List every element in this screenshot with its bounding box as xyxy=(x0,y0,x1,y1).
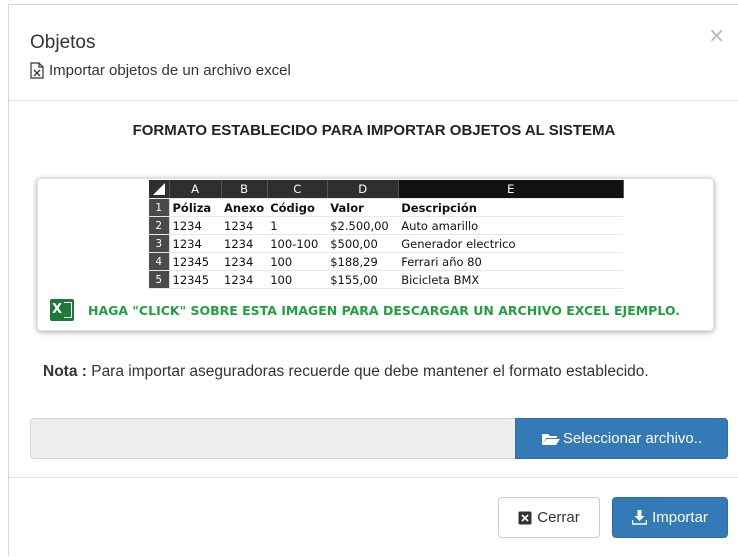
note-label: Nota : xyxy=(43,363,87,380)
file-picker: Seleccionar archivo.. xyxy=(30,418,728,459)
sheet-row: 5 12345 1234 100 $155,00 Bicicleta BMX xyxy=(149,270,624,289)
sheet-cell: $2.500,00 xyxy=(327,216,399,235)
sheet-col-header: C xyxy=(267,180,328,199)
sheet-cell: $500,00 xyxy=(327,234,399,253)
sheet-cell: 1 xyxy=(267,216,328,235)
sheet-cell: Valor xyxy=(327,198,399,217)
download-icon xyxy=(632,510,648,525)
modal-footer: Cerrar Importar xyxy=(9,477,738,557)
download-cta-text: HAGA "CLICK" SOBRE ESTA IMAGEN PARA DESC… xyxy=(88,302,680,318)
sheet-cell: 1234 xyxy=(221,270,268,289)
modal-header: Objetos Importar objetos de un archivo e… xyxy=(9,5,738,101)
spreadsheet-preview: A B C D E 1 Póliza Anexo Código Valor De… xyxy=(149,180,624,289)
sheet-cell: 100-100 xyxy=(267,234,328,253)
sheet-row: 2 1234 1234 1 $2.500,00 Auto amarillo xyxy=(149,216,624,235)
file-path-input[interactable] xyxy=(30,418,515,459)
import-button-label: Importar xyxy=(652,509,708,526)
sheet-cell: 1234 xyxy=(169,234,221,253)
sheet-cell: Descripción xyxy=(398,198,624,217)
sheet-row-number: 1 xyxy=(149,198,170,217)
sheet-cell: 12345 xyxy=(169,252,221,271)
excel-icon: X xyxy=(50,299,74,321)
sheet-cell: 1234 xyxy=(221,252,268,271)
sheet-cell: Código xyxy=(267,198,328,217)
sheet-cell: $188,29 xyxy=(327,252,399,271)
sheet-cell: 1234 xyxy=(221,216,268,235)
sheet-corner xyxy=(149,180,170,199)
sheet-row: 3 1234 1234 100-100 $500,00 Generador el… xyxy=(149,234,624,253)
close-icon[interactable]: × xyxy=(708,25,725,45)
sheet-cell: 1234 xyxy=(169,216,221,235)
download-example-image[interactable]: A B C D E 1 Póliza Anexo Código Valor De… xyxy=(37,178,714,331)
sheet-col-header: A xyxy=(169,180,222,199)
modal-title: Objetos xyxy=(30,32,96,53)
folder-open-icon xyxy=(541,433,560,445)
import-objects-modal: Objetos Importar objetos de un archivo e… xyxy=(8,4,738,556)
sheet-row-number: 3 xyxy=(149,234,170,253)
sheet-cell: $155,00 xyxy=(327,270,399,289)
modal-subtitle-text: Importar objetos de un archivo excel xyxy=(49,62,291,79)
close-button[interactable]: Cerrar xyxy=(498,497,600,538)
sheet-cell: 100 xyxy=(267,270,328,289)
sheet-cell: 100 xyxy=(267,252,328,271)
close-square-icon xyxy=(518,511,532,524)
sheet-row-number: 4 xyxy=(149,252,170,271)
format-title: FORMATO ESTABLECIDO PARA IMPORTAR OBJETO… xyxy=(132,122,616,139)
sheet-cell: Póliza xyxy=(169,198,221,217)
close-button-label: Cerrar xyxy=(537,509,580,526)
sheet-col-header: E xyxy=(398,180,624,199)
modal-subtitle: Importar objetos de un archivo excel xyxy=(30,62,291,79)
sheet-row-number: 2 xyxy=(149,216,170,235)
select-file-label: Seleccionar archivo.. xyxy=(562,430,703,447)
sheet-row: 1 Póliza Anexo Código Valor Descripción xyxy=(149,198,624,217)
file-excel-icon xyxy=(30,62,44,79)
sheet-cell: Auto amarillo xyxy=(398,216,624,235)
note-text: Para importar aseguradoras recuerde que … xyxy=(86,363,649,380)
select-file-button[interactable]: Seleccionar archivo.. xyxy=(515,418,728,459)
sheet-cell: 12345 xyxy=(169,270,221,289)
note: Nota : Para importar aseguradoras recuer… xyxy=(43,363,649,381)
sheet-cell: Ferrari año 80 xyxy=(398,252,624,271)
sheet-row-number: 5 xyxy=(149,270,170,289)
import-button[interactable]: Importar xyxy=(612,497,728,538)
download-cta[interactable]: X HAGA "CLICK" SOBRE ESTA IMAGEN PARA DE… xyxy=(50,299,680,321)
sheet-row: 4 12345 1234 100 $188,29 Ferrari año 80 xyxy=(149,252,624,271)
sheet-cell: Generador electrico xyxy=(398,234,624,253)
sheet-cell: Bicicleta BMX xyxy=(398,270,624,289)
sheet-cell: 1234 xyxy=(221,234,268,253)
sheet-cell: Anexo xyxy=(221,198,268,217)
sheet-col-header: B xyxy=(221,180,268,199)
sheet-col-header: D xyxy=(327,180,399,199)
